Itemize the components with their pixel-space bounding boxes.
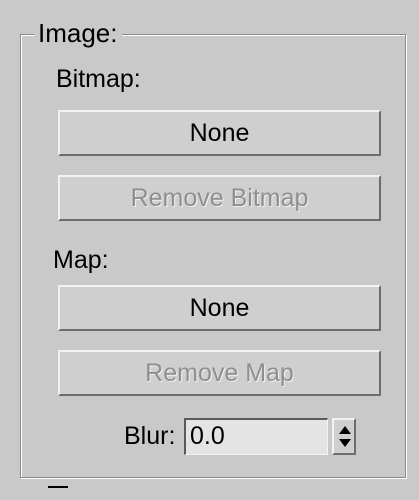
spin-down-arrow-icon[interactable] bbox=[339, 439, 351, 447]
blur-label: Blur: bbox=[124, 422, 176, 450]
image-rollout-panel: Image: Bitmap: None Remove Bitmap Map: N… bbox=[0, 0, 419, 498]
blur-spinner[interactable] bbox=[332, 418, 356, 455]
spin-up-arrow-icon[interactable] bbox=[339, 426, 351, 434]
map-none-button[interactable]: None bbox=[58, 285, 381, 331]
bitmap-none-button[interactable]: None bbox=[58, 110, 381, 156]
remove-map-button[interactable]: Remove Map bbox=[58, 350, 381, 396]
remove-bitmap-button[interactable]: Remove Bitmap bbox=[58, 175, 381, 221]
image-group-title: Image: bbox=[34, 18, 122, 48]
map-label: Map: bbox=[53, 246, 109, 274]
blur-input[interactable]: 0.0 bbox=[184, 418, 328, 455]
bitmap-label: Bitmap: bbox=[56, 65, 141, 93]
